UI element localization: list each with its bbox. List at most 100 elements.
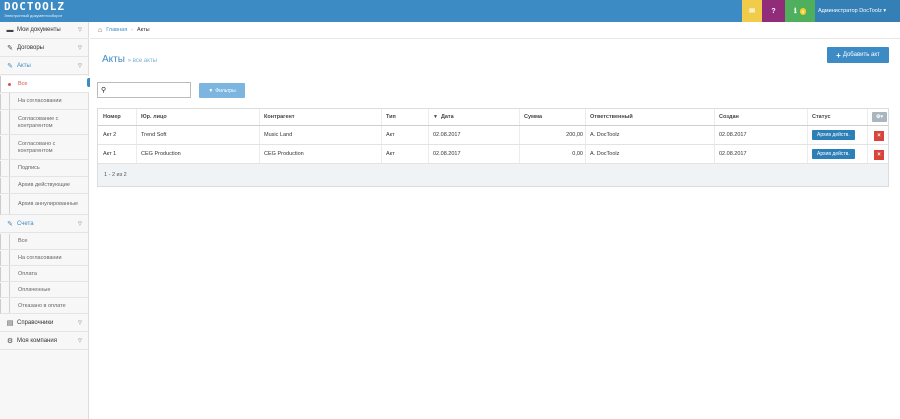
briefcase-icon: ▬: [6, 26, 14, 34]
status-button[interactable]: Архив действ.: [812, 149, 855, 159]
column-header-date[interactable]: ▼ Дата: [433, 109, 454, 125]
invoices-item-rejected[interactable]: Отказано в оплате: [0, 299, 89, 314]
column-settings[interactable]: ⚙▾: [872, 109, 887, 125]
gear-icon: ⚙: [6, 338, 14, 345]
chevron-down-icon: ▽: [78, 320, 82, 326]
breadcrumb-current: Акты: [137, 27, 150, 33]
cell-number: Акт 1: [103, 151, 117, 157]
column-header-responsible[interactable]: Ответственный: [590, 109, 633, 125]
column-header-sum[interactable]: Сумма: [524, 109, 542, 125]
column-header-legal[interactable]: Юр. лицо: [141, 109, 167, 125]
chevron-down-icon: ▽: [78, 27, 82, 33]
acts-item-signature[interactable]: Подпись: [0, 161, 89, 177]
question-icon: ?: [771, 7, 776, 15]
cell-contractor: CEG Production: [264, 151, 304, 157]
invoices-item-all[interactable]: Все: [0, 234, 89, 250]
app-logo[interactable]: DOCTOOLZ Электронный документооборот: [4, 0, 65, 19]
user-menu[interactable]: Администратор DocToolz ▾: [815, 0, 900, 22]
logo-subtitle: Электронный документооборот: [4, 13, 63, 18]
close-icon: ×: [877, 133, 881, 139]
sidebar-item-label: Договоры: [17, 45, 44, 51]
close-icon: ×: [877, 152, 881, 158]
cell-created: 02.08.2017: [719, 132, 747, 138]
acts-item-contractor-approved[interactable]: Согласовано с контрагентом: [0, 136, 89, 160]
sidebar-item-my-company[interactable]: ⚙ Моя компания ▽: [0, 333, 89, 350]
pencil-icon: ✎: [7, 45, 13, 52]
cell-legal: Trend Soft: [141, 132, 167, 138]
sidebar: ▬ Мои документы ▽ ✎ Договоры ▽ ✎ Акты ▽ …: [0, 22, 90, 419]
table-pagination: 1 - 2 из 2: [98, 164, 888, 186]
home-icon[interactable]: ⌂: [98, 27, 102, 34]
invoices-item-approval[interactable]: На согласовании: [0, 251, 89, 266]
page-title-text: Акты: [102, 54, 125, 65]
cell-status: Архив действ.: [812, 126, 855, 144]
top-bar: DOCTOOLZ Электронный документооборот ✉ ?…: [0, 0, 900, 22]
breadcrumb-home[interactable]: Главная: [106, 27, 127, 33]
plus-icon: +: [836, 50, 841, 60]
cell-contractor: Music Land: [264, 132, 293, 138]
column-header-date-label: Дата: [440, 114, 454, 120]
mail-button[interactable]: ✉: [742, 0, 762, 22]
chevron-down-icon: ▽: [78, 221, 82, 227]
sidebar-item-acts[interactable]: ✎ Акты ▽: [0, 58, 89, 75]
search-input[interactable]: [110, 84, 188, 96]
chevron-down-icon: ▽: [78, 63, 82, 69]
breadcrumb: ⌂ Главная › Акты: [90, 22, 900, 39]
envelope-icon: ✉: [749, 8, 755, 15]
sidebar-item-directories[interactable]: ▤ Справочники ▽: [0, 315, 89, 332]
delete-button[interactable]: ×: [874, 150, 884, 160]
cell-type: Акт: [386, 132, 395, 138]
column-header-type[interactable]: Тип: [386, 109, 396, 125]
cell-responsible: A. DocToolz: [590, 132, 620, 138]
status-button[interactable]: Архив действ.: [812, 130, 855, 140]
column-header-contractor[interactable]: Контрагент: [264, 109, 295, 125]
chevron-down-icon: ▽: [78, 338, 82, 344]
notifications-button[interactable]: ℹ 0: [785, 0, 815, 22]
table-row[interactable]: Акт 2 Trend Soft Music Land Акт 02.08.20…: [98, 126, 888, 145]
sidebar-item-label: Счета: [17, 221, 34, 227]
cell-sum: 0,00: [572, 151, 583, 157]
pencil-icon: ✎: [7, 63, 13, 70]
cell-date: 02.08.2017: [433, 151, 461, 157]
cell-sum: 200,00: [566, 132, 583, 138]
logo-brand: DOCTOOLZ: [4, 0, 65, 13]
sidebar-item-label: Моя компания: [17, 338, 57, 344]
sidebar-item-label: Акты: [17, 63, 31, 69]
filters-button[interactable]: ▼ Фильтры: [199, 83, 245, 98]
acts-item-archive-cancelled[interactable]: Архив аннулированные: [0, 195, 89, 215]
acts-item-archive-active[interactable]: Архив действующие: [0, 178, 89, 194]
help-button[interactable]: ?: [762, 0, 785, 22]
table-header-row: Номер Юр. лицо Контрагент Тип ▼ Дата Сум…: [98, 109, 888, 126]
sidebar-item-invoices[interactable]: ✎ Счета ▽: [0, 216, 89, 233]
acts-item-approval[interactable]: На согласовании: [0, 94, 89, 110]
acts-table: Номер Юр. лицо Контрагент Тип ▼ Дата Сум…: [97, 108, 889, 187]
cell-number: Акт 2: [103, 132, 117, 138]
breadcrumb-separator: ›: [131, 27, 134, 33]
cell-type: Акт: [386, 151, 395, 157]
invoices-item-payment[interactable]: Оплата: [0, 267, 89, 282]
sidebar-item-my-documents[interactable]: ▬ Мои документы ▽: [0, 22, 89, 39]
add-act-button[interactable]: + Добавить акт: [827, 47, 889, 63]
book-icon: ▤: [6, 320, 14, 327]
search-icon: ⚲: [101, 87, 107, 94]
delete-button[interactable]: ×: [874, 131, 884, 141]
acts-item-all[interactable]: Все: [0, 76, 90, 93]
table-row[interactable]: Акт 1 CEG Production CEG Production Акт …: [98, 145, 888, 164]
cell-responsible: A. DocToolz: [590, 151, 620, 157]
add-act-label: Добавить акт: [842, 52, 880, 58]
gear-icon: ⚙▾: [872, 112, 887, 122]
search-box: ⚲: [97, 82, 191, 98]
page-subtitle: все акты: [132, 58, 157, 64]
acts-item-contractor-approval[interactable]: Согласование с контрагентом: [0, 111, 89, 135]
chevron-down-icon: ▽: [78, 45, 82, 51]
sidebar-item-label: Справочники: [17, 320, 54, 326]
column-header-status[interactable]: Статус: [812, 109, 831, 125]
info-icon: ℹ: [794, 8, 797, 15]
cell-created: 02.08.2017: [719, 151, 747, 157]
sidebar-item-contracts[interactable]: ✎ Договоры ▽: [0, 40, 89, 57]
pagination-info: 1 - 2 из 2: [104, 172, 127, 178]
column-header-number[interactable]: Номер: [103, 109, 121, 125]
notifications-badge: 0: [799, 7, 806, 15]
column-header-created[interactable]: Создан: [719, 109, 739, 125]
invoices-item-paid[interactable]: Оплаченные: [0, 283, 89, 298]
